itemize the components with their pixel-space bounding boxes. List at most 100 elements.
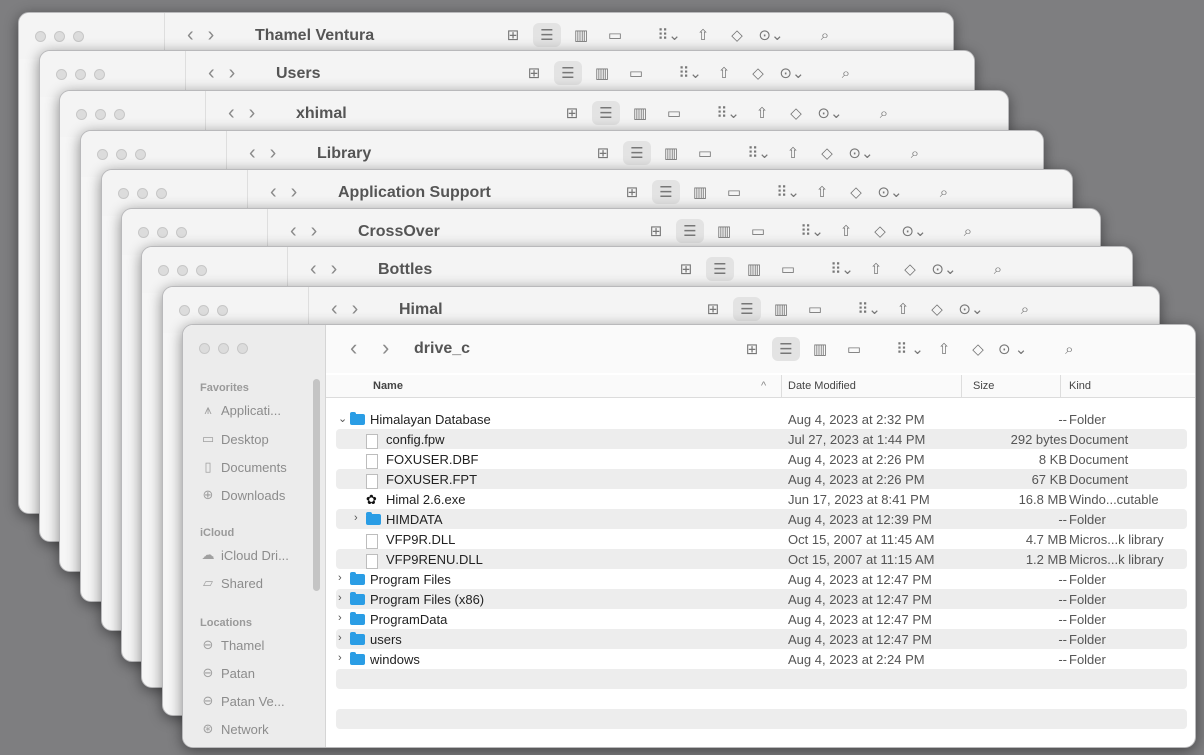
window-controls[interactable] bbox=[158, 265, 207, 276]
table-row[interactable]: FOXUSER.FPT Aug 4, 2023 at 2:26 PM 67 KB Do… bbox=[336, 469, 1187, 489]
window-controls[interactable] bbox=[56, 69, 105, 80]
table-row[interactable]: › HIMDATA Aug 4, 2023 at 12:39 PM -- Folder bbox=[336, 509, 1187, 529]
window-title: CrossOver bbox=[358, 223, 440, 240]
back-forward-buttons[interactable]: ‹› bbox=[208, 62, 249, 85]
size-column-header[interactable]: Size bbox=[973, 380, 994, 392]
file-list: ⌄ Himalayan Database Aug 4, 2023 at 2:32 P… bbox=[336, 409, 1187, 729]
toolbar-buttons[interactable]: ⊞ ☰ ▥ ▭ ⠿⌄ ⇧ ◇ ⊙⌄ ⌕ bbox=[642, 219, 988, 243]
share-button[interactable]: ⇧ bbox=[930, 337, 958, 361]
table-row[interactable]: VFP9R.DLL Oct 15, 2007 at 11:45 AM 4.7 MB M… bbox=[336, 529, 1187, 549]
table-row[interactable]: › users Aug 4, 2023 at 12:47 PM -- Folder bbox=[336, 629, 1187, 649]
file-name: windows bbox=[370, 652, 420, 667]
toolbar-buttons[interactable]: ⊞ ☰ ▥ ▭ ⠿⌄ ⇧ ◇ ⊙⌄ ⌕ bbox=[618, 180, 964, 204]
sidebar-item-patan-ve[interactable]: ⊖ Patan Ve... bbox=[200, 693, 285, 709]
name-column-header[interactable]: Name bbox=[373, 380, 403, 392]
disclosure-triangle[interactable]: › bbox=[338, 612, 342, 624]
disclosure-triangle[interactable]: › bbox=[338, 652, 342, 664]
gallery-view-button[interactable]: ▭ bbox=[840, 337, 868, 361]
sidebar-item-label: iCloud Dri... bbox=[221, 547, 289, 563]
date-column-header[interactable]: Date Modified bbox=[788, 380, 856, 392]
window-controls[interactable] bbox=[138, 227, 187, 238]
table-row[interactable]: config.fpw Jul 27, 2023 at 1:44 PM 292 byt… bbox=[336, 429, 1187, 449]
date-modified: Aug 4, 2023 at 12:47 PM bbox=[788, 632, 932, 647]
folder-icon bbox=[350, 572, 365, 587]
window-stack: ‹› Thamel Ventura ⊞ ☰ ▥ ▭ ⠿⌄ ⇧ ◇ ⊙⌄ ⌕ ‹› Users ⊞… bbox=[0, 0, 1204, 755]
sidebar-scrollbar[interactable] bbox=[313, 379, 320, 591]
table-row[interactable]: FOXUSER.DBF Aug 4, 2023 at 2:26 PM 8 KB Doc… bbox=[336, 449, 1187, 469]
sidebar-item-documents[interactable]: ▯ Documents bbox=[200, 459, 286, 475]
sidebar-item-label: Thamel bbox=[221, 637, 265, 653]
back-forward-buttons[interactable]: ‹› bbox=[331, 298, 372, 321]
file-size: -- bbox=[1058, 632, 1067, 647]
disclosure-triangle[interactable]: › bbox=[338, 572, 342, 584]
toolbar-buttons[interactable]: ⊞ ☰ ▥ ▭ ⠿⌄ ⇧ ◇ ⊙⌄ ⌕ bbox=[499, 23, 845, 47]
file-size: 16.8 MB bbox=[1018, 492, 1067, 507]
icloud-header: iCloud bbox=[200, 527, 235, 539]
table-row[interactable]: VFP9RENU.DLL Oct 15, 2007 at 11:15 AM 1.2 … bbox=[336, 549, 1187, 569]
icon-view-button[interactable]: ⊞ bbox=[738, 337, 766, 361]
favorites-header: Favorites bbox=[200, 382, 249, 394]
back-button[interactable]: ‹ bbox=[350, 335, 357, 361]
sidebar-item-label: Network bbox=[221, 721, 269, 737]
disclosure-triangle[interactable]: › bbox=[338, 632, 342, 644]
back-forward-buttons[interactable]: ‹› bbox=[249, 142, 290, 165]
sidebar-item-network[interactable]: ⊛ Network bbox=[200, 721, 269, 737]
table-row[interactable]: ✿ Himal 2.6.exe Jun 17, 2023 at 8:41 PM 16.… bbox=[336, 489, 1187, 509]
table-row[interactable]: › windows Aug 4, 2023 at 2:24 PM -- Folder bbox=[336, 649, 1187, 669]
date-modified: Oct 15, 2007 at 11:15 AM bbox=[788, 552, 935, 567]
sidebar-item-shared[interactable]: ▱ Shared bbox=[200, 575, 263, 591]
list-view-button[interactable]: ☰ bbox=[772, 337, 800, 361]
toolbar-buttons[interactable]: ⊞ ☰ ▥ ▭ ⠿⌄ ⇧ ◇ ⊙⌄ ⌕ bbox=[699, 297, 1045, 321]
window-controls[interactable] bbox=[179, 305, 228, 316]
sidebar-item-icloud-drive[interactable]: ☁ iCloud Dri... bbox=[200, 547, 289, 563]
table-row[interactable]: ⌄ Himalayan Database Aug 4, 2023 at 2:32 P… bbox=[336, 409, 1187, 429]
file-size: -- bbox=[1058, 512, 1067, 527]
sidebar-item-patan[interactable]: ⊖ Patan bbox=[200, 665, 255, 681]
window-controls[interactable] bbox=[35, 31, 84, 42]
toolbar-buttons[interactable]: ⊞ ☰ ▥ ▭ ⠿⌄ ⇧ ◇ ⊙⌄ ⌕ bbox=[558, 101, 904, 125]
toolbar-buttons[interactable]: ⊞ ☰ ▥ ▭ ⠿⌄ ⇧ ◇ ⊙⌄ ⌕ bbox=[672, 257, 1018, 281]
window-controls[interactable] bbox=[97, 149, 146, 160]
sidebar-item-applications[interactable]: ⩚ Applicati... bbox=[200, 402, 281, 418]
toolbar-buttons[interactable]: ⊞ ☰ ▥ ▭ ⠿⌄ ⇧ ◇ ⊙⌄ ⌕ bbox=[520, 61, 866, 85]
sidebar-item-thamel[interactable]: ⊖ Thamel bbox=[200, 637, 265, 653]
group-button[interactable]: ⠿ ⌄ bbox=[896, 337, 924, 361]
column-view-button[interactable]: ▥ bbox=[806, 337, 834, 361]
forward-button[interactable]: › bbox=[382, 335, 389, 361]
file-name: Program Files (x86) bbox=[370, 592, 485, 607]
window-controls[interactable] bbox=[118, 188, 167, 199]
kind-column-header[interactable]: Kind bbox=[1069, 380, 1091, 392]
sidebar: Favorites ⩚ Applicati... ▭ Desktop ▯ Docume… bbox=[183, 325, 326, 747]
date-modified: Oct 15, 2007 at 11:45 AM bbox=[788, 532, 935, 547]
file-size: -- bbox=[1058, 612, 1067, 627]
document-icon bbox=[366, 532, 378, 550]
sidebar-item-downloads[interactable]: ⊕ Downloads bbox=[200, 487, 286, 503]
disclosure-triangle[interactable]: › bbox=[354, 512, 358, 524]
table-row[interactable]: › Program Files (x86) Aug 4, 2023 at 12:47… bbox=[336, 589, 1187, 609]
search-button[interactable]: ⌕ bbox=[1055, 337, 1083, 361]
document-icon bbox=[366, 552, 378, 570]
window-controls[interactable] bbox=[199, 343, 248, 354]
disclosure-triangle[interactable]: ⌄ bbox=[338, 412, 347, 425]
file-kind: Document bbox=[1069, 432, 1129, 447]
file-kind: Folder bbox=[1069, 572, 1106, 587]
window-controls[interactable] bbox=[76, 109, 125, 120]
gear-icon: ✿ bbox=[366, 492, 377, 507]
sidebar-item-desktop[interactable]: ▭ Desktop bbox=[200, 431, 269, 447]
back-forward-buttons[interactable]: ‹› bbox=[228, 102, 269, 125]
file-size: 4.7 MB bbox=[1025, 532, 1067, 547]
window-title: Application Support bbox=[338, 184, 491, 201]
back-forward-buttons[interactable]: ‹› bbox=[187, 24, 228, 47]
sidebar-item-label: Applicati... bbox=[221, 402, 281, 418]
table-row[interactable]: › Program Files Aug 4, 2023 at 12:47 PM -- F… bbox=[336, 569, 1187, 589]
more-actions-button[interactable]: ⊙ ⌄ bbox=[998, 337, 1027, 361]
tag-button[interactable]: ◇ bbox=[964, 337, 992, 361]
disclosure-triangle[interactable]: › bbox=[338, 592, 342, 604]
toolbar-buttons[interactable]: ⊞ ☰ ▥ ▭ ⠿⌄ ⇧ ◇ ⊙⌄ ⌕ bbox=[589, 141, 935, 165]
back-forward-buttons[interactable]: ‹› bbox=[270, 181, 311, 204]
file-name: Himalayan Database bbox=[370, 412, 491, 427]
back-forward-buttons[interactable]: ‹› bbox=[310, 258, 351, 281]
table-row[interactable]: › ProgramData Aug 4, 2023 at 12:47 PM -- Fol… bbox=[336, 609, 1187, 629]
back-forward-buttons[interactable]: ‹› bbox=[290, 220, 331, 243]
finder-window-front[interactable]: Favorites ⩚ Applicati... ▭ Desktop ▯ Docume… bbox=[182, 324, 1196, 748]
